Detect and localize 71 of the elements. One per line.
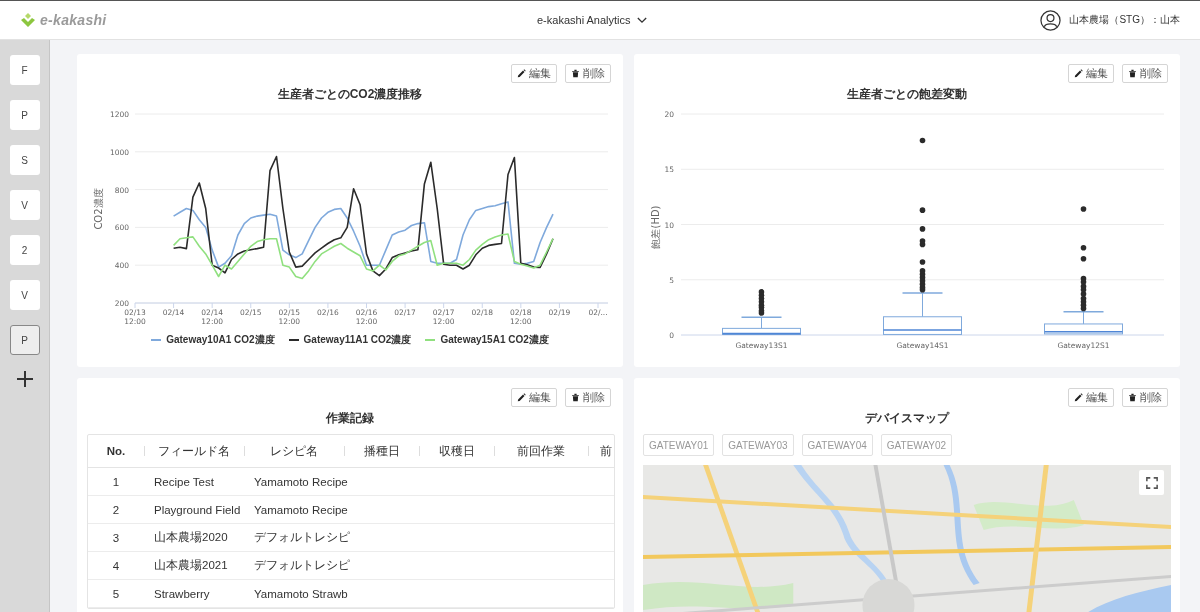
table-cell: Yamamoto Strawb [254,587,348,600]
panel-title: 作業記録 [325,410,375,427]
table-cell: 2 [112,503,120,516]
edit-button[interactable]: 編集 [1068,388,1114,407]
table-cell: 1 [112,475,120,488]
sidebar-item[interactable]: V [9,190,40,220]
trash-icon [571,69,580,78]
legend-label[interactable]: Gateway11A1 CO2濃度 [303,333,412,347]
outlier-dot [919,207,926,213]
legend-label[interactable]: Gateway10A1 CO2濃度 [166,333,275,347]
edit-button[interactable]: 編集 [511,64,557,83]
panel-title: 生産者ごとの飽差変動 [846,86,968,103]
user-icon[interactable] [1040,9,1062,31]
delete-button[interactable]: 削除 [565,388,611,407]
sidebar-item[interactable]: S [9,145,40,175]
table-cell: 4 [112,559,120,572]
user-name[interactable]: 山本農場（STG）：山本 [1069,13,1180,27]
edit-button[interactable]: 編集 [1068,64,1114,83]
column-header[interactable]: フィールド名 [158,443,230,459]
plus-icon [15,370,34,388]
outlier-dot [919,137,926,144]
table-cell: Yamamoto Recipe [254,475,348,488]
app-menu[interactable]: e-kakashi Analytics [535,12,649,28]
sidebar-item[interactable]: P [9,100,40,130]
pencil-icon [517,393,526,402]
table-cell: 3 [112,531,120,544]
column-header[interactable]: 前回作業 [517,443,565,459]
sidebar-item[interactable]: 2 [9,235,40,265]
logo-icon [20,12,36,28]
panel-title: 生産者ごとのCO2濃度推移 [276,86,424,103]
table-cell: デフォルトレシピ [254,530,350,545]
outlier-dot [919,226,926,232]
table-cell: デフォルトレシピ [254,558,350,573]
table-cell: 山本農場2020 [154,530,228,545]
table-cell: Strawberry [154,587,210,600]
pencil-icon [517,69,526,78]
edit-button[interactable]: 編集 [511,388,557,407]
table-cell: Recipe Test [154,475,214,488]
outlier-dot [1080,255,1087,262]
table-cell: 山本農場2021 [154,558,228,573]
column-header[interactable]: レシピ名 [270,443,318,459]
legend-label[interactable]: Gateway15A1 CO2濃度 [440,333,549,347]
delete-button[interactable]: 削除 [565,64,611,83]
add-button[interactable] [15,370,34,388]
fullscreen-button[interactable] [1139,470,1164,495]
pencil-icon [1074,69,1083,78]
axis-title: CO2濃度 [93,188,104,230]
outlier-dot [919,259,926,265]
outlier-dot [1080,206,1087,212]
trash-icon [571,393,580,402]
table-cell: 5 [112,587,120,600]
panel-title: デバイスマップ [864,410,951,427]
table-cell: Playground Field [154,503,241,516]
column-header[interactable]: 前 [600,443,612,459]
fullscreen-icon [1145,476,1158,489]
axis-title: 飽差(HD) [650,205,661,249]
logo-text: e-kakashi [40,12,107,28]
outlier-dot [1080,244,1087,251]
chevron-down-icon [636,16,647,24]
pencil-icon [1074,393,1083,402]
column-header[interactable]: 収穫日 [438,443,475,459]
trash-icon [1128,393,1137,402]
column-header[interactable]: 播種日 [363,443,400,459]
sidebar-item[interactable]: F [9,55,40,85]
trash-icon [1128,69,1137,78]
column-header[interactable]: No. [106,445,126,457]
table-cell: Yamamoto Recipe [254,503,348,516]
sidebar-item[interactable]: P [9,325,40,355]
delete-button[interactable]: 削除 [1122,64,1168,83]
sidebar-item[interactable]: V [9,280,40,310]
delete-button[interactable]: 削除 [1122,388,1168,407]
